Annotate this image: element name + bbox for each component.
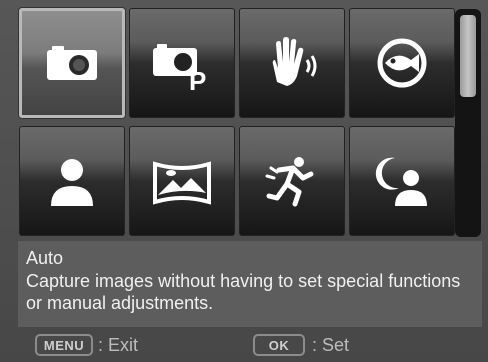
night-portrait-icon xyxy=(375,157,427,206)
menu-key-button[interactable]: MENU xyxy=(35,334,93,356)
ok-key-button[interactable]: OK xyxy=(253,334,305,356)
footer-bar: MENU : Exit OK : Set xyxy=(0,329,488,362)
camera-icon xyxy=(47,46,97,80)
sports-icon xyxy=(265,157,314,207)
svg-text:P: P xyxy=(189,66,206,96)
scrollbar[interactable] xyxy=(455,9,481,237)
ok-key-label: : Set xyxy=(312,335,350,355)
scrollbar-thumb[interactable] xyxy=(460,15,476,97)
mode-tile-fisheye[interactable] xyxy=(349,8,455,118)
camera-mode-screen: P Auto Capture images without having to … xyxy=(0,0,488,362)
hand-stabilizer-icon xyxy=(272,37,317,86)
mode-tile-night-portrait[interactable] xyxy=(349,126,455,236)
mode-description-panel: Auto Capture images without having to se… xyxy=(18,241,482,327)
mode-tile-auto[interactable] xyxy=(19,8,125,118)
fish-eye-icon xyxy=(377,38,427,88)
mode-title: Auto xyxy=(26,248,64,268)
mode-tile-sports[interactable] xyxy=(239,126,345,236)
mode-tile-portrait[interactable] xyxy=(19,126,125,236)
mode-tile-landscape[interactable] xyxy=(129,126,235,236)
camera-program-icon: P xyxy=(153,44,206,96)
mode-description: Capture images without having to set spe… xyxy=(26,271,461,313)
landscape-icon xyxy=(153,161,211,205)
mode-tile-program[interactable]: P xyxy=(129,8,235,118)
mode-grid: P xyxy=(19,8,457,240)
menu-key-label: : Exit xyxy=(98,335,139,355)
portrait-icon xyxy=(51,159,93,206)
mode-tile-stabilizer[interactable] xyxy=(239,8,345,118)
